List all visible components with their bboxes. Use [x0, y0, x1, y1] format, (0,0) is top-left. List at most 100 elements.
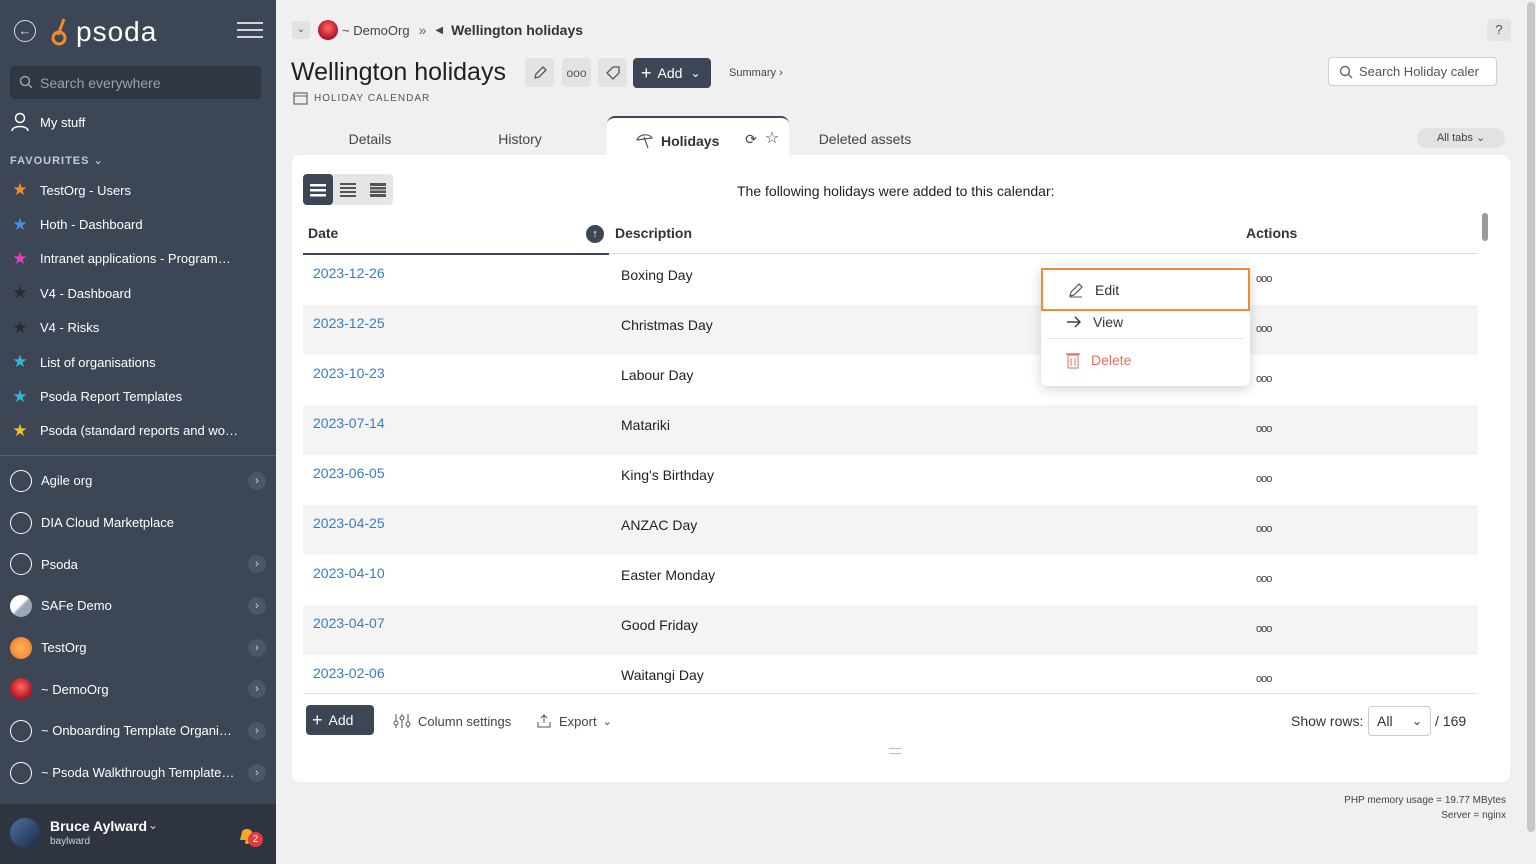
- collapse-menu-icon[interactable]: [237, 22, 263, 40]
- date-link[interactable]: 2023-07-14: [313, 415, 385, 431]
- logo-text: psoda: [76, 16, 158, 47]
- edit-title-button[interactable]: [525, 58, 554, 87]
- expand-chevron-icon[interactable]: ›: [248, 763, 266, 782]
- date-link[interactable]: 2023-10-23: [313, 365, 385, 381]
- row-actions-icon[interactable]: ooo: [1256, 573, 1272, 585]
- row-actions-icon[interactable]: ooo: [1256, 623, 1272, 635]
- pencil-icon: [1069, 282, 1083, 297]
- star-icon: ★: [12, 283, 28, 303]
- date-link[interactable]: 2023-12-25: [313, 315, 385, 331]
- expand-chevron-icon[interactable]: ›: [248, 555, 266, 574]
- favourite-item[interactable]: ★Psoda (standard reports and workflows): [10, 414, 270, 448]
- back-icon[interactable]: ←: [14, 20, 36, 42]
- date-link[interactable]: 2023-04-07: [313, 615, 385, 631]
- search-icon: [1339, 65, 1353, 79]
- org-item-safe-demo[interactable]: SAFe Demo ›: [10, 585, 270, 627]
- add-button[interactable]: + Add ⌄: [633, 58, 711, 88]
- all-tabs-dropdown[interactable]: All tabs ⌄: [1417, 128, 1505, 148]
- density-compact-icon[interactable]: [363, 174, 393, 205]
- breadcrumb-current: Wellington holidays: [451, 22, 584, 38]
- date-link[interactable]: 2023-04-25: [313, 515, 385, 531]
- row-actions-icon[interactable]: ooo: [1256, 323, 1272, 335]
- tag-button[interactable]: [598, 58, 627, 87]
- tab-deleted-assets[interactable]: Deleted assets: [815, 128, 915, 154]
- org-item-demoorg[interactable]: ~ DemoOrg ›: [10, 668, 270, 710]
- tab-holidays[interactable]: Holidays: [635, 128, 725, 154]
- org-item-psoda[interactable]: Psoda ›: [10, 543, 270, 585]
- sort-arrow-up-icon[interactable]: ↑: [586, 225, 604, 243]
- expand-chevron-icon[interactable]: ›: [248, 722, 266, 741]
- compass-icon: [10, 511, 32, 534]
- caret-left-icon[interactable]: ◀: [435, 25, 443, 36]
- table-row: 2023-04-07 Good Friday ooo: [303, 605, 1478, 655]
- summary-link[interactable]: Summary ›: [729, 67, 783, 79]
- total-rows: / 169: [1435, 713, 1467, 729]
- page-scrollbar-thumb[interactable]: [1527, 2, 1535, 832]
- more-options-button[interactable]: ooo: [562, 58, 591, 87]
- add-holiday-button[interactable]: + Add: [306, 705, 374, 735]
- date-link[interactable]: 2023-06-05: [313, 465, 385, 481]
- density-comfortable-icon[interactable]: [303, 174, 333, 205]
- my-stuff-link[interactable]: My stuff: [10, 112, 85, 132]
- favourite-item[interactable]: ★ V4 - Dashboard: [10, 276, 270, 310]
- menu-item-delete[interactable]: Delete: [1041, 342, 1250, 378]
- global-search-input[interactable]: [40, 66, 255, 99]
- expand-chevron-icon[interactable]: ›: [248, 680, 266, 699]
- chevron-down-icon[interactable]: ⌄: [148, 818, 158, 832]
- table-scrollbar[interactable]: [1482, 213, 1488, 241]
- user-panel[interactable]: Bruce Aylward ⌄ baylward: [0, 804, 276, 864]
- row-actions-icon[interactable]: ooo: [1256, 373, 1272, 385]
- row-actions-icon[interactable]: ooo: [1256, 273, 1272, 285]
- psoda-logo[interactable]: psoda: [50, 14, 157, 50]
- favourite-item[interactable]: ★ TestOrg - Users: [10, 173, 270, 207]
- star-icon: ★: [12, 214, 28, 234]
- show-rows-select[interactable]: All ⌄: [1368, 706, 1431, 736]
- org-item-walkthrough-template[interactable]: ~ Psoda Walkthrough Template Portfolio›: [10, 752, 270, 794]
- org-item-testorg[interactable]: TestOrg ›: [10, 627, 270, 669]
- export-button[interactable]: Export ⌄: [536, 713, 612, 729]
- favourite-item[interactable]: ★ Psoda Report Templates: [10, 379, 270, 413]
- column-header-description[interactable]: Description: [615, 225, 692, 241]
- view-density-toggle: [303, 174, 393, 205]
- tab-details[interactable]: Details: [330, 128, 410, 154]
- favourite-item[interactable]: ★ List of organisations: [10, 345, 270, 379]
- date-link[interactable]: 2023-02-06: [313, 665, 385, 681]
- favourite-item[interactable]: ★ V4 - Risks: [10, 311, 270, 345]
- row-actions-icon[interactable]: ooo: [1256, 673, 1272, 685]
- row-actions-icon[interactable]: ooo: [1256, 523, 1272, 535]
- expand-chevron-icon[interactable]: ›: [248, 638, 266, 657]
- help-button[interactable]: ?: [1487, 19, 1511, 41]
- row-actions-icon[interactable]: ooo: [1256, 473, 1272, 485]
- date-link[interactable]: 2023-12-26: [313, 265, 385, 281]
- breadcrumb-org-link[interactable]: ~ DemoOrg: [342, 9, 410, 51]
- org-logo-icon: [10, 636, 32, 659]
- menu-item-view[interactable]: View: [1041, 304, 1250, 340]
- column-settings-button[interactable]: Column settings: [393, 713, 511, 729]
- refresh-icon[interactable]: ⟳: [742, 128, 760, 154]
- star-outline-icon[interactable]: ☆: [762, 128, 782, 154]
- favourite-item[interactable]: ★ Hoth - Dashboard: [10, 207, 270, 241]
- row-actions-icon[interactable]: ooo: [1256, 423, 1272, 435]
- asset-search[interactable]: [1328, 57, 1497, 86]
- expand-chevron-icon[interactable]: ›: [248, 597, 266, 616]
- favourites-heading[interactable]: FAVOURITES ⌄: [10, 154, 104, 167]
- expand-chevron-icon[interactable]: ›: [248, 472, 266, 490]
- tab-history[interactable]: History: [480, 128, 560, 154]
- column-header-date[interactable]: Date: [308, 225, 338, 241]
- user-name: Bruce Aylward: [50, 818, 147, 834]
- holidays-table-body: 2023-12-26 Boxing Day ooo 2023-12-25 Christ…: [303, 255, 1478, 705]
- breadcrumb-dropdown-icon[interactable]: ⌄: [292, 21, 310, 39]
- star-icon: ★: [12, 317, 28, 337]
- org-item-agile-org[interactable]: Agile org ›: [10, 460, 270, 502]
- asset-type-label: HOLIDAY CALENDAR: [293, 91, 430, 105]
- org-item-onboarding-template[interactable]: ~ Onboarding Template Organisation ›: [10, 710, 270, 752]
- global-search[interactable]: [10, 66, 261, 99]
- asset-search-input[interactable]: [1359, 58, 1493, 85]
- density-normal-icon[interactable]: [333, 174, 363, 205]
- resize-grip-icon[interactable]: [889, 748, 901, 754]
- date-link[interactable]: 2023-04-10: [313, 565, 385, 581]
- org-item-dia-cloud-marketplace[interactable]: DIA Cloud Marketplace: [10, 502, 270, 544]
- description-cell: Boxing Day: [621, 267, 693, 283]
- favourite-item[interactable]: ★Intranet applications - Programme Dashb…: [10, 242, 270, 276]
- page-scrollbar[interactable]: [1526, 0, 1536, 864]
